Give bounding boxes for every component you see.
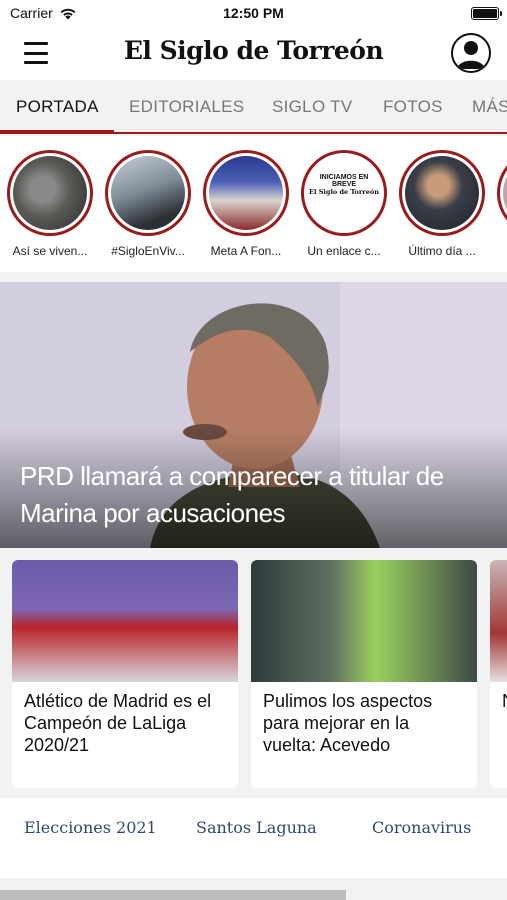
news-card-title: Pulimos los aspectos para mejorar en la … (263, 691, 433, 755)
next-section-preview (0, 890, 346, 900)
topic-santos[interactable]: Santos Laguna (196, 818, 317, 837)
story-thumbnail (111, 156, 185, 230)
story-label: Un enlace c... (307, 244, 381, 258)
brand-logo[interactable]: El Siglo de Torreón (0, 36, 507, 65)
story-item[interactable]: #SigloEnViv... (105, 150, 191, 258)
brief-logo: El Siglo de Torreón (309, 188, 379, 196)
news-card-title: N e p (490, 682, 507, 712)
battery-icon (471, 7, 502, 20)
status-time: 12:50 PM (223, 5, 284, 21)
user-profile-icon[interactable] (451, 33, 491, 73)
story-thumbnail (209, 156, 283, 230)
news-card[interactable]: Atlético de Madrid es el Campeón de LaLi… (12, 560, 238, 788)
app-header: El Siglo de Torreón (0, 26, 507, 80)
news-card-image (251, 560, 477, 682)
story-label: Así se viven... (12, 244, 88, 258)
news-card[interactable]: Pulimos los aspectos para mejorar en la … (251, 560, 477, 788)
story-thumbnail: INICIAMOS EN BREVE El Siglo de Torreón (307, 156, 381, 230)
story-label: #SigloEnViv... (111, 244, 185, 258)
hero-headline[interactable]: PRD llamará a comparecer a titular de Ma… (20, 458, 493, 532)
story-item[interactable]: Meta A Fon... (203, 150, 289, 258)
news-card-image (12, 560, 238, 682)
news-card[interactable]: N e p (490, 560, 507, 788)
tab-mas[interactable]: MÁS (472, 97, 507, 117)
active-tab-indicator (0, 130, 114, 132)
topic-elecciones[interactable]: Elecciones 2021 (24, 818, 157, 837)
story-thumbnail (405, 156, 479, 230)
news-card-image (490, 560, 507, 682)
tab-siglo-tv[interactable]: SIGLO TV (272, 97, 353, 117)
story-item[interactable]: Así se viven... (7, 150, 93, 258)
hero-article[interactable]: PRD llamará a comparecer a titular de Ma… (0, 282, 507, 548)
tab-portada[interactable]: PORTADA (16, 97, 99, 117)
news-cards-carousel: Atlético de Madrid es el Campeón de LaLi… (0, 560, 507, 788)
trending-topics: Elecciones 2021 Santos Laguna Coronaviru… (0, 798, 507, 878)
news-card-title: Atlético de Madrid es el Campeón de LaLi… (24, 691, 212, 755)
tab-fotos[interactable]: FOTOS (383, 97, 443, 117)
stories-carousel: Así se viven... #SigloEnViv... Meta A Fo… (0, 136, 507, 272)
story-label: Último día ... (408, 244, 476, 258)
brief-title: INICIAMOS EN BREVE (319, 174, 369, 188)
story-item[interactable]: INICIAMOS EN BREVE El Siglo de Torreón U… (301, 150, 387, 258)
topic-coronavirus[interactable]: Coronavirus (372, 818, 471, 837)
story-label: Meta A Fon... (210, 244, 282, 258)
story-item[interactable]: Último día ... (399, 150, 485, 258)
story-item[interactable] (497, 150, 507, 236)
tab-editoriales[interactable]: EDITORIALES (129, 97, 244, 117)
story-thumbnail (503, 156, 507, 230)
section-tabs: PORTADA EDITORIALES SIGLO TV FOTOS MÁS (0, 80, 507, 134)
story-thumbnail (13, 156, 87, 230)
status-bar: Carrier 12:50 PM (0, 0, 507, 26)
